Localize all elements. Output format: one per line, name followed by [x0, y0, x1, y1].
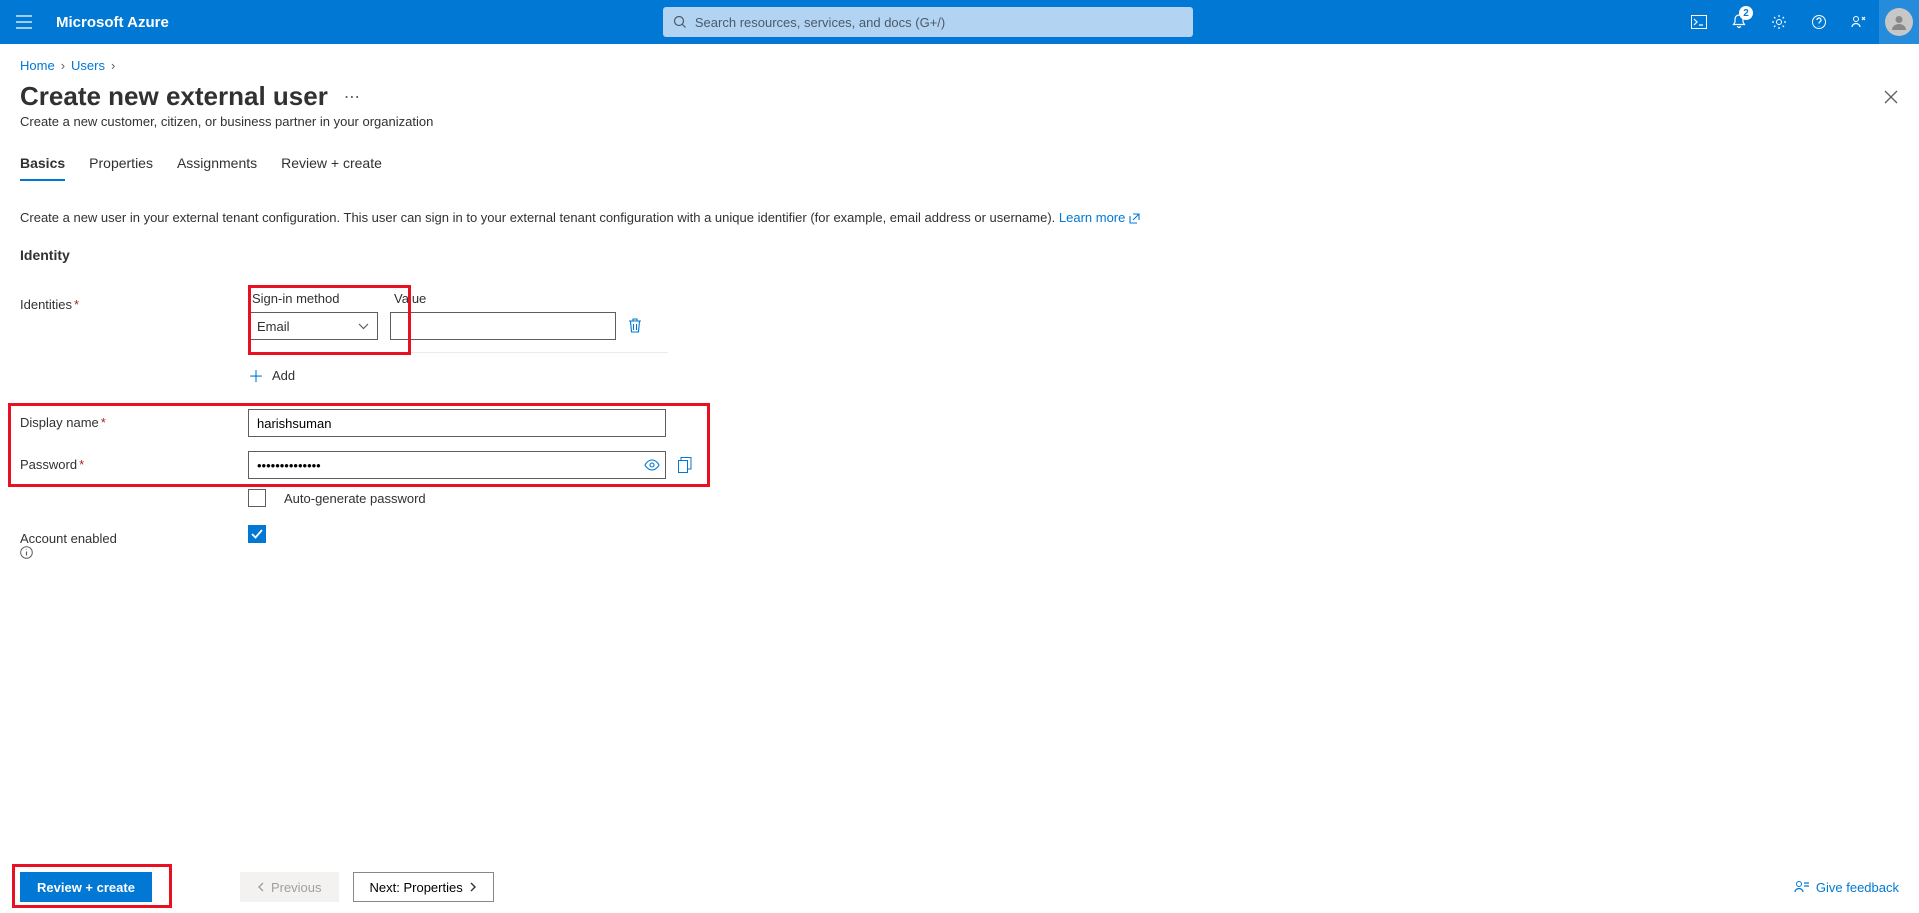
breadcrumb: Home › Users › [0, 44, 1919, 77]
header-actions: 2 [1679, 0, 1919, 44]
account-enabled-checkbox[interactable] [248, 525, 266, 543]
display-name-input[interactable] [248, 409, 666, 437]
info-button[interactable] [20, 546, 248, 559]
info-icon [20, 546, 33, 559]
chevron-left-icon [257, 882, 265, 892]
section-identity: Identity [20, 247, 1899, 263]
copy-icon [678, 457, 692, 473]
avatar-icon [1885, 8, 1913, 36]
value-label: Value [390, 291, 616, 306]
external-link-icon [1129, 213, 1140, 224]
gear-icon [1771, 14, 1787, 30]
signin-method-label: Sign-in method [248, 291, 378, 306]
tab-basics[interactable]: Basics [20, 147, 65, 181]
intro-text: Create a new user in your external tenan… [20, 210, 1899, 225]
autogen-row: Auto-generate password [20, 489, 1899, 507]
autogen-label: Auto-generate password [284, 491, 426, 506]
password-label: Password* [20, 451, 248, 472]
hamburger-icon [16, 15, 32, 29]
display-name-row: Display name* [20, 409, 1899, 437]
tab-assignments[interactable]: Assignments [177, 147, 257, 181]
account-enabled-row: Account enabled [20, 525, 1899, 559]
chevron-right-icon: › [61, 58, 65, 73]
more-actions-button[interactable]: ⋯ [344, 87, 360, 107]
help-button[interactable] [1799, 0, 1839, 44]
chevron-right-icon: › [111, 58, 115, 73]
page-title: Create new external user [20, 81, 328, 112]
close-button[interactable] [1883, 89, 1899, 105]
search-icon [673, 15, 687, 29]
account-enabled-label: Account enabled [20, 525, 248, 559]
brand-label[interactable]: Microsoft Azure [48, 14, 177, 31]
eye-icon [644, 459, 660, 471]
breadcrumb-users[interactable]: Users [71, 58, 105, 73]
feedback-icon [1851, 14, 1867, 30]
display-name-label: Display name* [20, 409, 248, 430]
top-header: Microsoft Azure 2 [0, 0, 1919, 44]
cloud-shell-icon [1691, 15, 1707, 29]
delete-identity-button[interactable] [628, 318, 642, 334]
signin-method-select[interactable]: Email [248, 312, 378, 340]
notifications-button[interactable]: 2 [1719, 0, 1759, 44]
chevron-down-icon [358, 323, 369, 330]
review-create-button[interactable]: Review + create [20, 872, 152, 902]
help-icon [1811, 14, 1827, 30]
plus-icon: ＋ [248, 363, 264, 387]
identities-label: Identities* [20, 291, 248, 312]
notification-badge: 2 [1739, 6, 1753, 20]
tab-properties[interactable]: Properties [89, 147, 153, 181]
previous-button: Previous [240, 872, 339, 902]
title-row: Create new external user ⋯ [0, 77, 1919, 114]
footer: Review + create Previous Next: Propertie… [0, 861, 1919, 913]
feedback-person-icon [1794, 879, 1810, 895]
value-input[interactable] [390, 312, 616, 340]
account-button[interactable] [1879, 0, 1919, 44]
autogen-checkbox[interactable] [248, 489, 266, 507]
learn-more-link[interactable]: Learn more [1059, 210, 1140, 225]
copy-password-button[interactable] [678, 457, 692, 473]
give-feedback-link[interactable]: Give feedback [1794, 879, 1899, 895]
content: Create a new user in your external tenan… [0, 182, 1919, 593]
add-identity-button[interactable]: ＋ Add [248, 352, 668, 395]
page-subtitle: Create a new customer, citizen, or busin… [0, 114, 1919, 141]
breadcrumb-home[interactable]: Home [20, 58, 55, 73]
cloud-shell-button[interactable] [1679, 0, 1719, 44]
toggle-password-button[interactable] [644, 459, 660, 471]
check-icon [251, 529, 263, 539]
chevron-right-icon [469, 882, 477, 892]
search-box[interactable] [663, 7, 1193, 37]
feedback-button[interactable] [1839, 0, 1879, 44]
search-container [177, 7, 1679, 37]
menu-toggle[interactable] [0, 0, 48, 44]
tab-review-create[interactable]: Review + create [281, 147, 382, 181]
close-icon [1883, 89, 1899, 105]
search-input[interactable] [695, 15, 1183, 30]
trash-icon [628, 318, 642, 334]
tabs: Basics Properties Assignments Review + c… [0, 141, 1919, 182]
settings-button[interactable] [1759, 0, 1799, 44]
identities-row: Identities* Sign-in method Email Value [20, 291, 1899, 340]
password-row: Password* [20, 451, 1899, 479]
password-input[interactable] [248, 451, 666, 479]
next-button[interactable]: Next: Properties [353, 872, 494, 902]
